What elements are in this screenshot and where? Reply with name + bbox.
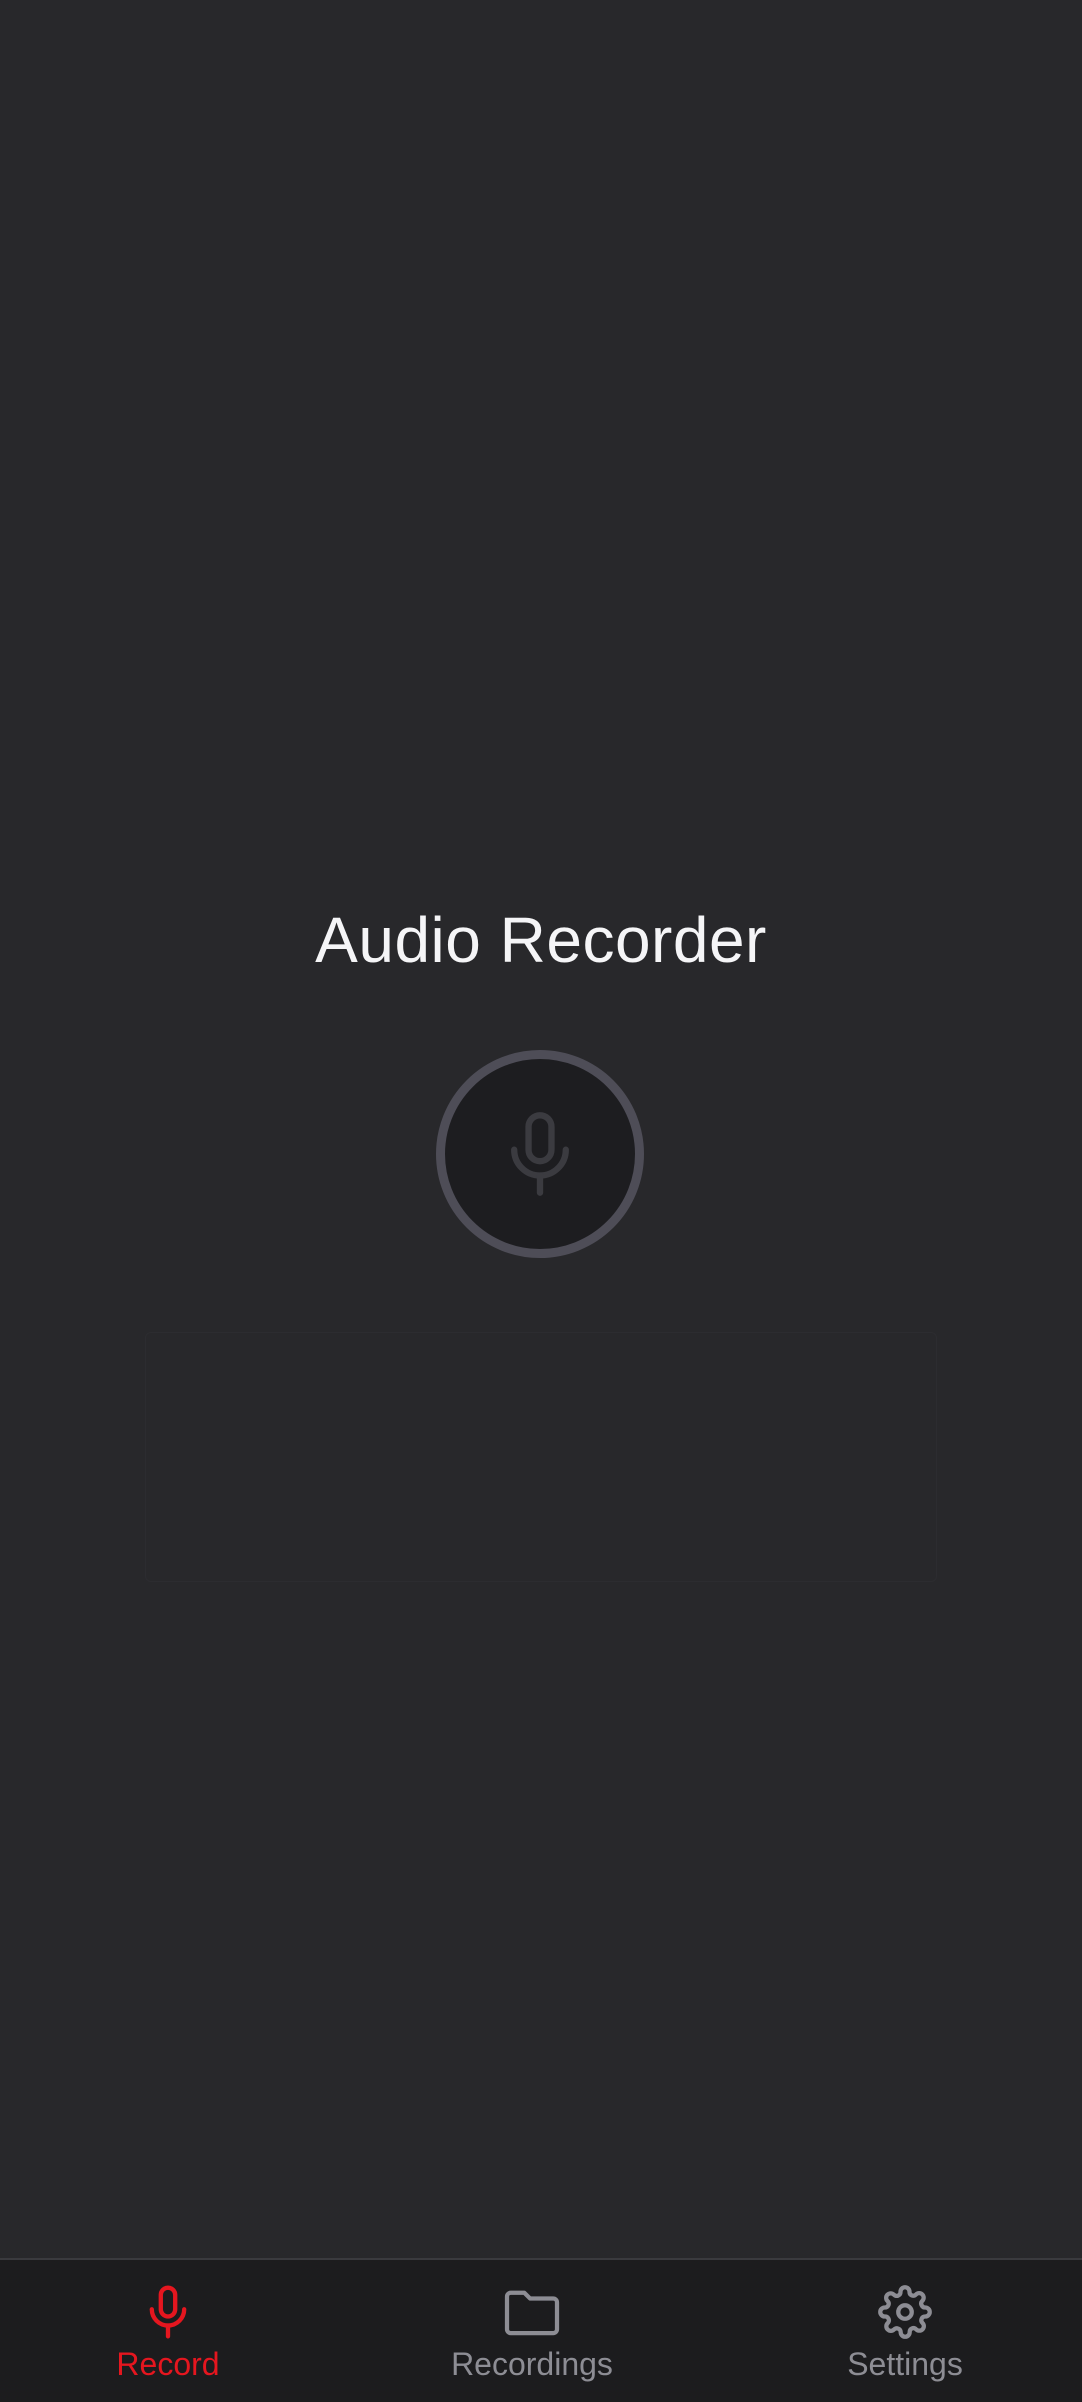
nav-label-recordings: Recordings: [451, 2346, 613, 2382]
folder-icon: [502, 2284, 562, 2340]
nav-item-recordings[interactable]: Recordings: [432, 2260, 632, 2402]
record-screen: Audio Recorder: [0, 0, 1082, 2258]
gear-icon: [875, 2284, 935, 2340]
microphone-icon: [138, 2284, 198, 2340]
recording-panel: [145, 1332, 937, 1582]
nav-item-settings[interactable]: Settings: [820, 2260, 990, 2402]
nav-label-record: Record: [116, 2346, 220, 2382]
page-title: Audio Recorder: [315, 904, 767, 976]
nav-label-settings: Settings: [847, 2346, 963, 2382]
microphone-icon: [511, 1112, 569, 1196]
bottom-navigation: Record Recordings Settings: [0, 2258, 1082, 2402]
nav-item-record[interactable]: Record: [92, 2260, 244, 2402]
record-button[interactable]: [436, 1050, 644, 1258]
screen: Audio Recorder Record Recordings Setting…: [0, 0, 1082, 2402]
